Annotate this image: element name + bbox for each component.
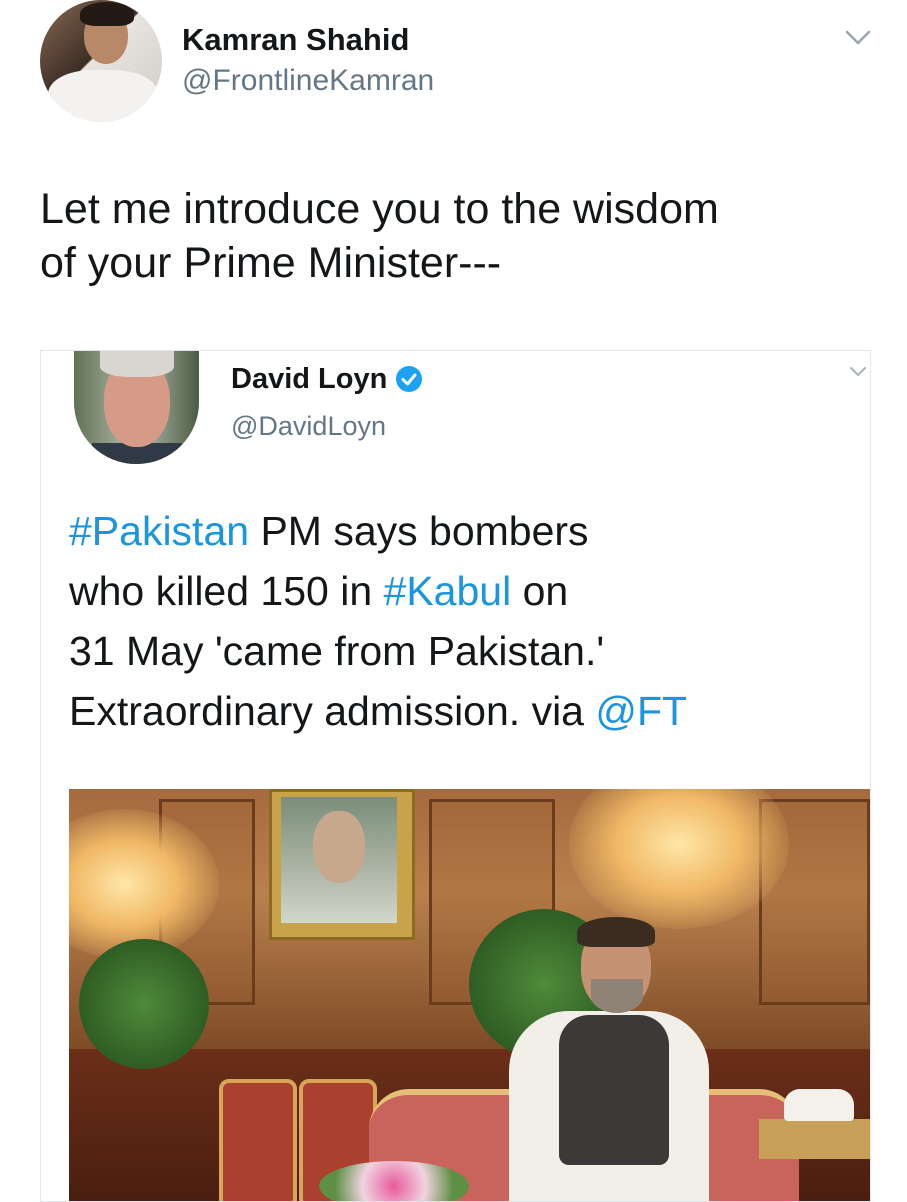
outer-tweet-header: Kamran Shahid @FrontlineKamran [40, 0, 872, 125]
embedded-author-name: David Loyn [231, 362, 388, 395]
news-photo [69, 789, 870, 1201]
embedded-author-row: David Loyn [231, 361, 423, 397]
text-line-2: who killed 150 in #Kabul on [69, 561, 859, 621]
embedded-tweet-image[interactable]: David Loyn @DavidLoyn #Pakistan PM says … [40, 350, 871, 1202]
outer-tweet-text: Let me introduce you to the wisdom of yo… [40, 185, 719, 287]
avatar-shirt [48, 70, 158, 122]
text-segment: on [511, 568, 569, 614]
text-line-1: #Pakistan PM says bombers [69, 501, 859, 561]
potted-plant [79, 939, 209, 1069]
text-line-3: 31 May 'came from Pakistan.' [69, 621, 859, 681]
chevron-down-icon[interactable] [844, 28, 872, 48]
person-hair [577, 917, 655, 947]
embedded-author-handle: @DavidLoyn [231, 411, 386, 441]
chair [219, 1079, 297, 1201]
outer-author-avatar[interactable] [40, 0, 162, 122]
text-segment: 31 May 'came from Pakistan.' [69, 628, 605, 674]
mention-ft: @FT [595, 688, 688, 734]
hashtag-kabul: #Kabul [383, 568, 512, 614]
side-table [759, 1119, 870, 1159]
text-segment: PM says bombers [249, 508, 589, 554]
text-segment: Extraordinary admission. via [69, 688, 596, 734]
outer-author-name[interactable]: Kamran Shahid [182, 22, 409, 58]
hashtag-pakistan: #Pakistan [69, 508, 250, 554]
text-segment: who killed 150 in [69, 568, 384, 614]
avatar-hair [100, 351, 174, 377]
telephone [784, 1089, 854, 1121]
text-line-4: Extraordinary admission. via @FT [69, 681, 859, 741]
avatar-hair [80, 2, 134, 26]
embedded-tweet-text: #Pakistan PM says bombers who killed 150… [69, 501, 859, 741]
person-vest [559, 1015, 669, 1165]
embedded-author-avatar [74, 351, 199, 464]
chevron-down-icon [850, 367, 866, 376]
portrait-face [313, 811, 365, 883]
outer-author-handle[interactable]: @FrontlineKamran [182, 64, 434, 98]
person-beard [591, 979, 643, 1013]
verified-badge-icon [396, 366, 423, 392]
